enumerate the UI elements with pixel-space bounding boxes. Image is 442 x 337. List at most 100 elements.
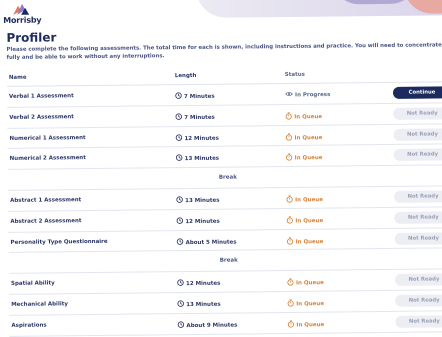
assessment-length: About 5 Minutes bbox=[176, 237, 237, 247]
clock-icon bbox=[175, 113, 182, 122]
status-badge: In Queue bbox=[286, 236, 323, 246]
not-ready-button: Not Ready bbox=[393, 127, 442, 141]
assessment-name: Aspirations bbox=[11, 322, 47, 329]
status-badge: In Queue bbox=[286, 195, 323, 205]
status-text: In Queue bbox=[295, 238, 324, 245]
table-row: Aspirations About 9 Minutes In Queue Not Re… bbox=[9, 311, 442, 337]
status-badge: In Queue bbox=[286, 215, 323, 225]
clock-icon bbox=[175, 134, 183, 143]
header-status: Status bbox=[284, 71, 305, 79]
not-ready-button: Not Ready bbox=[393, 107, 442, 120]
not-ready-button: Not Ready bbox=[394, 231, 442, 245]
stopwatch-icon bbox=[285, 112, 292, 122]
clock-icon bbox=[176, 217, 184, 226]
length-text: 12 Minutes bbox=[184, 135, 219, 142]
length-text: 7 Minutes bbox=[183, 93, 215, 101]
length-text: 13 Minutes bbox=[186, 301, 221, 309]
not-ready-button: Not Ready bbox=[395, 315, 442, 328]
status-text: In Queue bbox=[294, 113, 323, 121]
stopwatch-icon bbox=[286, 237, 294, 247]
action-cell: Continue bbox=[392, 86, 442, 99]
eye-icon bbox=[285, 91, 293, 99]
assessment-length: About 9 Minutes bbox=[177, 320, 237, 330]
stopwatch-icon bbox=[287, 278, 294, 288]
assessment-name: Personality Type Questionnaire bbox=[10, 238, 108, 246]
status-text: In Queue bbox=[296, 321, 325, 329]
status-badge: In Queue bbox=[287, 319, 324, 329]
length-text: 13 Minutes bbox=[184, 156, 220, 163]
clock-icon bbox=[175, 154, 183, 163]
assessment-length: 7 Minutes bbox=[175, 92, 215, 101]
assessment-name: Abstract 1 Assessment bbox=[10, 197, 82, 204]
assessment-length: 7 Minutes bbox=[175, 113, 215, 122]
stopwatch-icon bbox=[286, 153, 293, 163]
stopwatch-icon bbox=[286, 195, 293, 205]
status-text: In Queue bbox=[295, 217, 324, 225]
status-text: In Queue bbox=[295, 280, 324, 287]
header-name: Name bbox=[8, 74, 27, 81]
action-cell: Not Ready bbox=[393, 148, 442, 162]
length-text: 12 Minutes bbox=[185, 280, 221, 288]
length-text: 12 Minutes bbox=[185, 218, 220, 225]
logo-mark-icon bbox=[13, 3, 30, 15]
clock-icon bbox=[175, 92, 182, 101]
status-text: In Progress bbox=[294, 92, 331, 99]
assessment-length: 12 Minutes bbox=[176, 216, 220, 226]
stopwatch-icon bbox=[285, 133, 293, 143]
status-badge: In Queue bbox=[285, 132, 322, 142]
stopwatch-icon bbox=[287, 320, 294, 330]
clock-icon bbox=[177, 321, 185, 330]
action-cell: Not Ready bbox=[394, 231, 442, 245]
clock-icon bbox=[177, 279, 184, 288]
assessment-length: 13 Minutes bbox=[177, 300, 221, 309]
not-ready-button: Not Ready bbox=[394, 190, 442, 203]
not-ready-button: Not Ready bbox=[394, 211, 442, 224]
assessment-name: Verbal 1 Assessment bbox=[8, 93, 74, 100]
app-frame: Morrisby Profiler Please complete the fo… bbox=[0, 0, 442, 337]
status-text: In Queue bbox=[295, 197, 323, 204]
assessment-name: Verbal 2 Assessment bbox=[9, 114, 74, 121]
status-badge: In Queue bbox=[286, 153, 323, 163]
status-text: In Queue bbox=[294, 155, 323, 162]
status-badge: In Queue bbox=[287, 299, 324, 309]
assessment-length: 13 Minutes bbox=[175, 154, 220, 163]
status-badge: In Progress bbox=[285, 91, 330, 99]
page-title: Profiler bbox=[6, 30, 57, 45]
header: Morrisby bbox=[0, 0, 442, 30]
assessment-length: 12 Minutes bbox=[175, 133, 219, 143]
action-cell: Not Ready bbox=[393, 127, 442, 141]
status-badge: In Queue bbox=[285, 111, 322, 121]
stopwatch-icon bbox=[286, 216, 293, 226]
assessment-name: Spatial Ability bbox=[10, 280, 55, 288]
brand-logo[interactable]: Morrisby bbox=[3, 2, 43, 30]
action-cell: Not Ready bbox=[395, 315, 442, 328]
status-text: In Queue bbox=[296, 301, 325, 308]
action-cell: Not Ready bbox=[394, 211, 442, 224]
table-body: Verbal 1 Assessment 7 Minutes In Progress C… bbox=[6, 82, 442, 337]
assessment-name: Numerical 1 Assessment bbox=[9, 134, 86, 142]
length-text: 13 Minutes bbox=[185, 197, 220, 205]
not-ready-button: Not Ready bbox=[394, 273, 442, 287]
header-banner bbox=[195, 0, 442, 18]
break-label: Break bbox=[219, 257, 238, 265]
page-intro: Please complete the following assessment… bbox=[6, 42, 442, 61]
assessment-table: Name Length Status Verbal 1 Assessment 7 … bbox=[6, 67, 442, 337]
action-cell: Not Ready bbox=[394, 190, 442, 203]
action-cell: Not Ready bbox=[394, 273, 442, 287]
status-badge: In Queue bbox=[287, 278, 324, 288]
clock-icon bbox=[177, 300, 184, 309]
clock-icon bbox=[176, 237, 184, 247]
not-ready-button: Not Ready bbox=[393, 148, 442, 162]
not-ready-button: Not Ready bbox=[395, 294, 442, 307]
brand-name: Morrisby bbox=[3, 15, 42, 25]
length-text: About 9 Minutes bbox=[186, 322, 238, 329]
continue-button[interactable]: Continue bbox=[392, 86, 442, 99]
assessment-length: 13 Minutes bbox=[176, 196, 220, 205]
assessment-name: Abstract 2 Assessment bbox=[10, 217, 82, 225]
header-length: Length bbox=[174, 72, 197, 80]
assessment-name: Mechanical Ability bbox=[11, 301, 68, 308]
length-text: About 5 Minutes bbox=[185, 239, 237, 246]
assessment-name: Numerical 2 Assessment bbox=[9, 155, 86, 163]
break-label: Break bbox=[218, 174, 237, 181]
action-cell: Not Ready bbox=[395, 294, 442, 307]
